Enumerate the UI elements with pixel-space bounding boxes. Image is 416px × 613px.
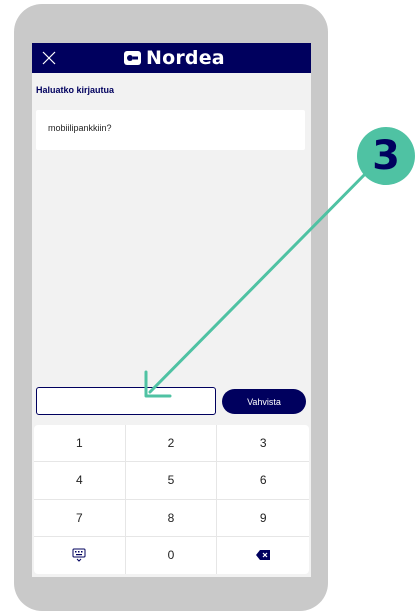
step-number-badge: 3 bbox=[357, 127, 415, 185]
arrow-pointer-icon bbox=[144, 164, 375, 398]
